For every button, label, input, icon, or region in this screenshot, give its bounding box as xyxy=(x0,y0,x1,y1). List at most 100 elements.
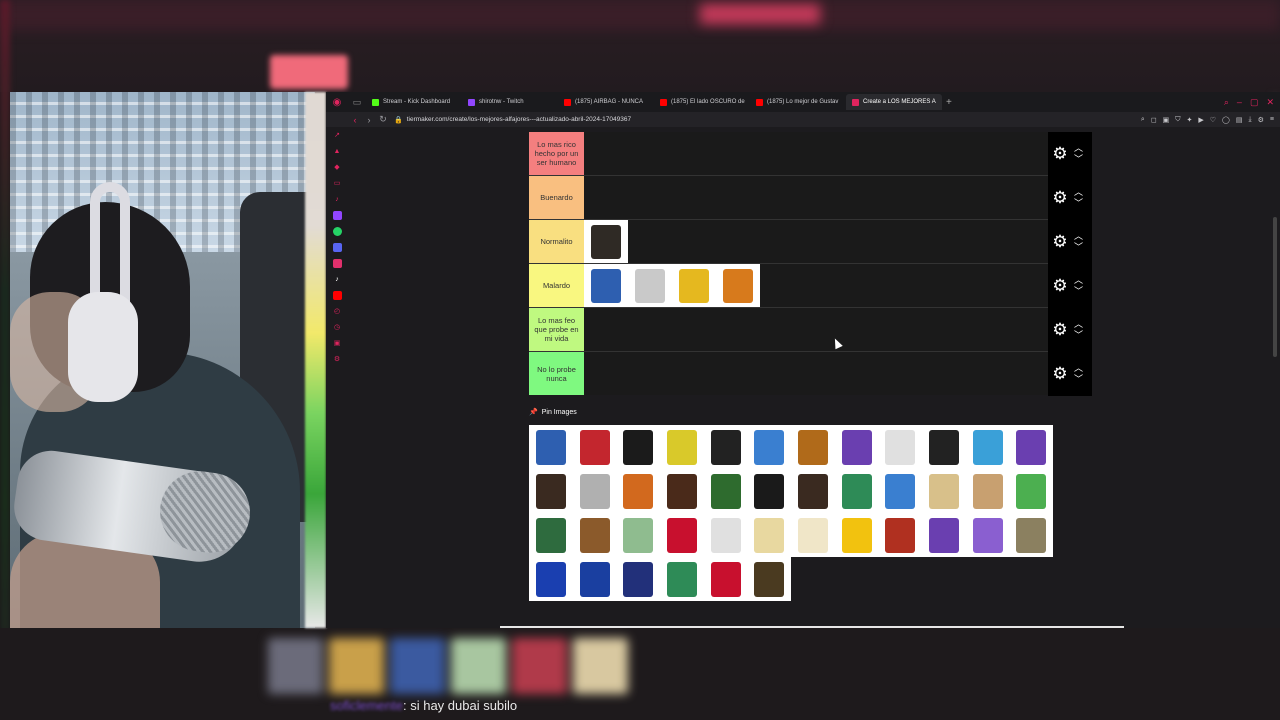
alfajor-item[interactable] xyxy=(965,469,1010,513)
alfajor-item[interactable] xyxy=(616,469,661,513)
alfajor-item[interactable] xyxy=(616,425,661,469)
alfajor-item[interactable] xyxy=(672,264,716,307)
alfajor-item[interactable] xyxy=(703,469,748,513)
tab-youtube-3[interactable]: (1875) Lo mejor de Gustav xyxy=(750,94,846,110)
alfajor-item[interactable] xyxy=(529,469,573,513)
tier-label[interactable]: No lo probe nunca xyxy=(529,352,584,395)
alfajor-item[interactable] xyxy=(834,513,879,557)
alfajor-item[interactable] xyxy=(616,557,661,601)
tier-label[interactable]: Normalito xyxy=(529,220,584,263)
alfajor-item[interactable] xyxy=(660,557,704,601)
alfajor-item[interactable] xyxy=(1009,425,1054,469)
alfajor-item[interactable] xyxy=(922,469,966,513)
download-icon[interactable]: ⤓ xyxy=(1249,116,1252,124)
new-tab-button[interactable]: + xyxy=(942,97,956,108)
alfajor-item[interactable] xyxy=(965,513,1010,557)
alfajor-item[interactable] xyxy=(1009,513,1054,557)
sidebar-arrow-icon[interactable]: ↗ xyxy=(333,131,342,140)
alfajor-item[interactable] xyxy=(1009,469,1054,513)
tier-label[interactable]: Buenardo xyxy=(529,176,584,219)
discord-icon[interactable] xyxy=(332,243,342,252)
alfajor-item[interactable] xyxy=(878,513,923,557)
alfajor-item[interactable] xyxy=(703,557,748,601)
sidebar-history-icon[interactable]: ◴ xyxy=(333,307,342,316)
close-icon[interactable]: ✕ xyxy=(1266,97,1274,108)
alfajor-item[interactable] xyxy=(628,264,672,307)
sidebar-box-icon[interactable]: ▣ xyxy=(333,339,342,348)
tier-label[interactable]: Malardo xyxy=(529,264,584,307)
chat-icon[interactable]: ◯ xyxy=(1222,116,1230,124)
sidebar-clock-icon[interactable]: ◷ xyxy=(333,323,342,332)
forward-button[interactable]: › xyxy=(362,115,376,125)
menu-icon[interactable]: ≡ xyxy=(1270,116,1274,124)
gear-icon[interactable]: ⚙ xyxy=(1050,232,1070,252)
extension-icon[interactable]: ✦ xyxy=(1187,116,1193,124)
alfajor-item[interactable] xyxy=(922,425,966,469)
alfajor-item[interactable] xyxy=(703,425,748,469)
alfajor-item[interactable] xyxy=(747,513,792,557)
alfajor-item[interactable] xyxy=(529,557,573,601)
play-icon[interactable]: ▶ xyxy=(1198,116,1203,124)
screenshot-icon[interactable]: ▣ xyxy=(1163,116,1170,124)
tiktok-icon[interactable]: ♪ xyxy=(333,275,342,284)
tab-kick[interactable]: Stream - Kick Dashboard xyxy=(366,94,462,110)
chevron-up-icon[interactable]: ︿ xyxy=(1074,231,1083,242)
tab-manager-icon[interactable]: ▭ xyxy=(348,92,366,112)
alfajor-item[interactable] xyxy=(572,513,617,557)
sidebar-chat-icon[interactable]: ◆ xyxy=(333,163,342,172)
alfajor-item[interactable] xyxy=(878,425,923,469)
alfajor-item[interactable] xyxy=(660,513,704,557)
gear-icon[interactable]: ⚙ xyxy=(1050,364,1070,384)
tab-tiermaker[interactable]: Create a LOS MEJORES A xyxy=(846,94,942,110)
alfajor-item[interactable] xyxy=(747,469,792,513)
url-field[interactable]: tiermaker.com/create/los-mejores-alfajor… xyxy=(407,116,631,123)
browser-logo-icon[interactable]: ◉ xyxy=(326,92,348,112)
horizontal-scrollbar[interactable] xyxy=(500,626,1124,628)
alfajor-item[interactable] xyxy=(878,469,923,513)
alfajor-item[interactable] xyxy=(834,469,879,513)
reload-button[interactable]: ↻ xyxy=(376,114,390,125)
tab-youtube-1[interactable]: (1875) AIRBAG - NUNCA xyxy=(558,94,654,110)
chevron-up-icon[interactable]: ︿ xyxy=(1074,363,1083,374)
sidebar-bag-icon[interactable]: ▲ xyxy=(333,147,342,156)
alfajor-item[interactable] xyxy=(922,513,966,557)
tab-youtube-2[interactable]: (1875) El lado OSCURO de xyxy=(654,94,750,110)
gear-icon[interactable]: ⚙ xyxy=(1050,276,1070,296)
gear-icon[interactable]: ⚙ xyxy=(1050,144,1070,164)
alfajor-item[interactable] xyxy=(747,425,792,469)
pin-images-toggle[interactable]: 📌 Pin Images xyxy=(529,408,577,417)
scrollbar-thumb[interactable] xyxy=(1273,217,1277,357)
alfajor-item[interactable] xyxy=(660,425,704,469)
bookmark-icon[interactable]: ◻ xyxy=(1151,116,1157,124)
alfajor-item[interactable] xyxy=(529,513,573,557)
sidebar-music-icon[interactable]: ♪ xyxy=(333,195,342,204)
zoom-icon[interactable]: ⌕ xyxy=(1141,116,1145,124)
sidebar-gear-icon[interactable]: ⚙ xyxy=(333,355,342,364)
alfajor-item[interactable] xyxy=(572,557,617,601)
alfajor-item[interactable] xyxy=(572,469,617,513)
gear-icon[interactable]: ⚙ xyxy=(1050,320,1070,340)
alfajor-item[interactable] xyxy=(791,425,835,469)
alfajor-item[interactable] xyxy=(716,264,760,307)
alfajor-item[interactable] xyxy=(529,425,573,469)
sidebar-tv-icon[interactable]: ▭ xyxy=(333,179,342,188)
chevron-down-icon[interactable]: ﹀ xyxy=(1074,198,1083,209)
whatsapp-icon[interactable] xyxy=(332,227,342,236)
gear-icon[interactable]: ⚙ xyxy=(1050,188,1070,208)
alfajor-item[interactable] xyxy=(791,469,835,513)
chevron-up-icon[interactable]: ︿ xyxy=(1074,187,1083,198)
chevron-up-icon[interactable]: ︿ xyxy=(1074,319,1083,330)
back-button[interactable]: ‹ xyxy=(348,115,362,125)
wallet-icon[interactable]: ▤ xyxy=(1236,116,1243,124)
chevron-down-icon[interactable]: ﹀ xyxy=(1074,154,1083,165)
maximize-icon[interactable]: ▢ xyxy=(1250,97,1259,108)
chevron-down-icon[interactable]: ﹀ xyxy=(1074,286,1083,297)
settings-icon[interactable]: ⚙ xyxy=(1258,116,1264,124)
alfajor-item[interactable] xyxy=(791,513,835,557)
alfajor-item[interactable] xyxy=(572,425,617,469)
chevron-down-icon[interactable]: ﹀ xyxy=(1074,330,1083,341)
alfajor-item[interactable] xyxy=(584,264,628,307)
alfajor-item[interactable] xyxy=(660,469,704,513)
alfajor-item[interactable] xyxy=(834,425,879,469)
alfajor-item[interactable] xyxy=(584,220,628,263)
